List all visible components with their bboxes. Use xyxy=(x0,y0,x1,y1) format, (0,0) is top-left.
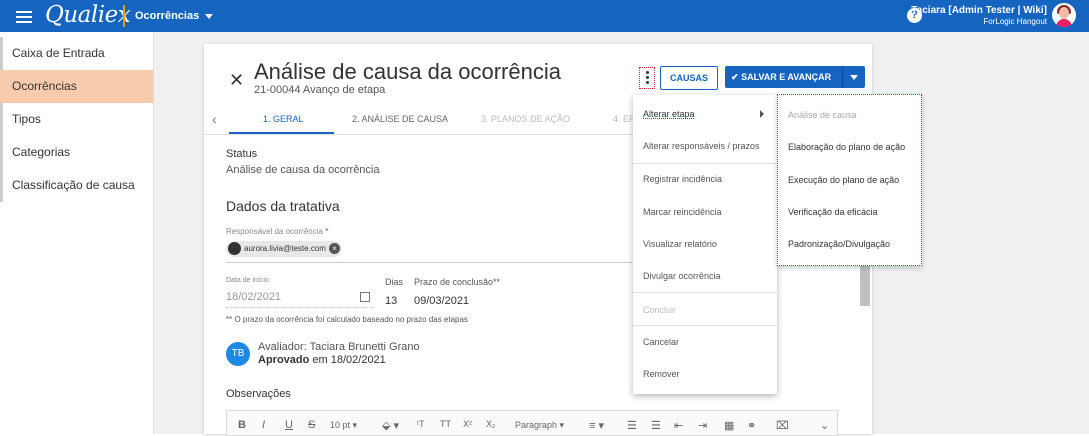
check-icon: ✔ xyxy=(731,72,739,82)
sidebar-item-categorias[interactable]: Categorias xyxy=(0,136,153,169)
submenu-item-analise-de-causa: Análise de causa xyxy=(788,110,857,120)
italic-icon[interactable]: I xyxy=(262,419,265,431)
alterar-etapa-submenu: Análise de causa Elaboração do plano de … xyxy=(777,94,922,266)
menu-divider xyxy=(633,163,777,164)
responsavel-chip[interactable]: aurora.livia@teste.com × xyxy=(226,241,342,257)
tab-eficacia[interactable]: 4. EF xyxy=(613,104,635,134)
text-transform-icon[interactable]: TT xyxy=(440,419,451,429)
prazo-note: ** O prazo da ocorrência foi calculado b… xyxy=(226,315,468,324)
align-icon[interactable]: ≡ ▾ xyxy=(589,419,604,432)
font-size-increase-icon[interactable]: ᵗT xyxy=(417,419,424,429)
causas-button[interactable]: CAUSAS xyxy=(660,66,718,90)
menu-item-concluir: Concluir xyxy=(643,305,677,315)
prazo-value: 09/03/2021 xyxy=(414,295,470,307)
dias-value: 13 xyxy=(385,295,398,307)
menu-item-marcar-reincidencia[interactable]: Marcar reincidência xyxy=(643,207,722,217)
app-logo[interactable]: Qualiex xyxy=(45,2,131,28)
menu-item-remover[interactable]: Remover xyxy=(643,369,680,379)
module-selector[interactable]: Ocorrências xyxy=(135,10,214,22)
page-title: Análise de causa da ocorrência xyxy=(254,59,561,84)
prazo-label: Prazo de conclusão** xyxy=(414,277,501,287)
sidebar-item-caixa-de-entrada[interactable]: Caixa de Entrada xyxy=(0,37,153,70)
submenu-item-execucao-plano[interactable]: Execução do plano de ação xyxy=(788,175,899,185)
menu-divider xyxy=(633,325,777,326)
menu-item-visualizar-relatorio[interactable]: Visualizar relatório xyxy=(643,239,717,249)
underline-icon[interactable]: U xyxy=(285,419,293,431)
sidebar-item-tipos[interactable]: Tipos xyxy=(0,103,153,136)
tab-analise-de-causa[interactable]: 2. ANÁLISE DE CAUSA xyxy=(352,104,448,134)
link-icon[interactable]: ⚭ xyxy=(747,419,756,432)
menu-icon[interactable] xyxy=(16,8,32,24)
menu-item-cancelar[interactable]: Cancelar xyxy=(643,337,679,347)
text-color-icon[interactable]: ⬙ ▾ xyxy=(382,419,399,432)
status-value: Análise de causa da ocorrência xyxy=(226,164,380,176)
user-info[interactable]: Taciara [Admin Tester | Wiki] ForLogic H… xyxy=(911,5,1047,27)
superscript-icon[interactable]: X² xyxy=(463,419,472,429)
data-inicio-field[interactable]: 18/02/2021 xyxy=(226,291,281,303)
field-underline xyxy=(226,306,374,308)
more-options-menu: Alterar etapa Alterar responsáveis / pra… xyxy=(633,95,777,394)
divider xyxy=(226,262,632,263)
strikethrough-icon[interactable]: S xyxy=(308,419,315,431)
sidebar-item-ocorrencias[interactable]: Ocorrências xyxy=(0,70,153,103)
avaliador-text: Avaliador: Taciara Brunetti Grano xyxy=(258,341,420,353)
indent-icon[interactable]: ⇥ xyxy=(698,419,707,432)
save-and-advance-button[interactable]: ✔ SALVAR E AVANÇAR xyxy=(725,66,865,88)
submenu-item-padronizacao[interactable]: Padronização/Divulgação xyxy=(788,239,890,249)
sidebar: Caixa de Entrada Ocorrências Tipos Categ… xyxy=(0,32,154,434)
ordered-list-icon[interactable]: ☰ xyxy=(627,419,637,432)
section-title: Dados da tratativa xyxy=(226,198,340,214)
close-icon[interactable]: ✕ xyxy=(229,70,244,91)
menu-item-alterar-responsaveis[interactable]: Alterar responsáveis / prazos xyxy=(643,141,760,151)
logo-divider xyxy=(123,5,125,27)
observacoes-label: Observações xyxy=(226,388,291,400)
subscript-icon[interactable]: X₂ xyxy=(486,419,496,429)
active-tab-indicator xyxy=(229,132,334,134)
user-name: Taciara [Admin Tester | Wiki] xyxy=(911,5,1047,16)
responsavel-value: aurora.livia@teste.com xyxy=(244,244,326,253)
menu-divider xyxy=(633,292,777,293)
chevron-down-icon xyxy=(205,13,214,19)
dias-label: Dias xyxy=(385,277,404,287)
data-inicio-label: Data de início xyxy=(226,277,269,284)
chevron-right-icon xyxy=(760,110,764,118)
save-label: SALVAR E AVANÇAR xyxy=(741,72,832,82)
menu-item-registrar-incidencia[interactable]: Registrar incidência xyxy=(643,174,722,184)
tab-geral[interactable]: 1. GERAL xyxy=(263,104,304,134)
bold-icon[interactable]: B xyxy=(238,419,246,431)
paragraph-select[interactable]: Paragraph ▾ xyxy=(515,420,564,431)
aprovado-text: Aprovado em 18/02/2021 xyxy=(258,354,386,366)
avatar[interactable] xyxy=(1052,3,1076,27)
menu-item-alterar-etapa[interactable]: Alterar etapa xyxy=(643,109,695,119)
person-icon xyxy=(228,242,241,255)
module-label: Ocorrências xyxy=(135,10,200,22)
status-label: Status xyxy=(226,148,258,160)
responsavel-label: Responsável da ocorrência * xyxy=(226,227,329,236)
toolbar-more-icon[interactable]: ⌄ xyxy=(820,419,829,432)
table-icon[interactable]: ▦ xyxy=(724,419,734,432)
avaliador-avatar: TB xyxy=(226,342,250,366)
calendar-icon[interactable] xyxy=(360,292,370,302)
remove-chip-icon[interactable]: × xyxy=(328,243,340,254)
chevron-left-icon[interactable]: ‹ xyxy=(212,111,217,127)
page-subtitle: 21-00044 Avanço de etapa xyxy=(254,84,386,96)
outdent-icon[interactable]: ⇤ xyxy=(674,419,683,432)
sidebar-item-classificacao-de-causa[interactable]: Classificação de causa xyxy=(0,169,153,202)
font-size-select[interactable]: 10 pt ▾ xyxy=(330,420,357,431)
chevron-down-icon[interactable] xyxy=(850,75,858,80)
submenu-item-verificacao-eficacia[interactable]: Verificação da eficácia xyxy=(788,207,878,217)
tab-planos-de-acao[interactable]: 3. PLANOS DE AÇÃO xyxy=(481,104,570,134)
submenu-item-elaboracao-plano[interactable]: Elaboração do plano de ação xyxy=(788,142,905,152)
clear-format-icon[interactable]: ⌧ xyxy=(776,419,789,432)
more-options-icon[interactable] xyxy=(639,67,655,89)
unordered-list-icon[interactable]: ☰ xyxy=(651,419,661,432)
menu-item-divulgar-ocorrencia[interactable]: Divulgar ocorrência xyxy=(643,271,721,281)
user-organization: ForLogic Hangout xyxy=(983,17,1047,26)
top-bar: Qualiex Ocorrências ? Taciara [Admin Tes… xyxy=(0,0,1089,32)
